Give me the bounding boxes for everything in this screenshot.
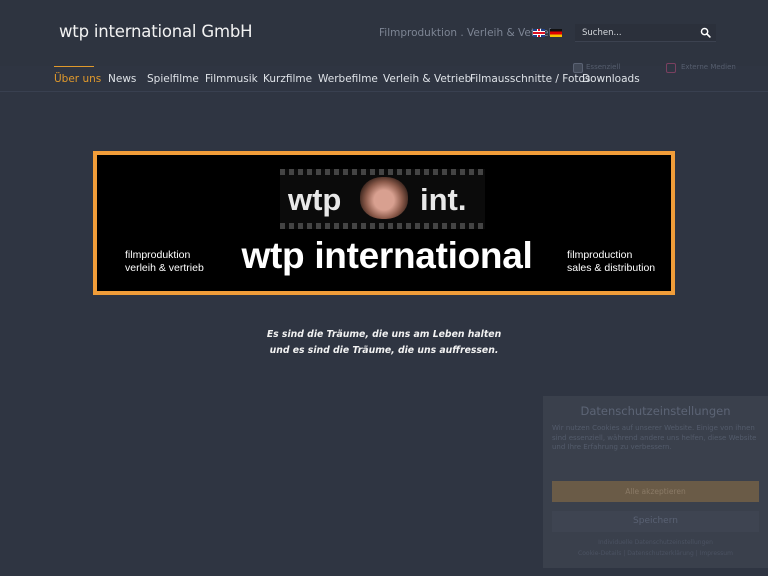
banner-right-line1: filmproduction: [567, 249, 633, 261]
banner-title: wtp international: [241, 235, 533, 276]
site-title[interactable]: wtp international GmbH: [59, 22, 252, 41]
essential-checkbox[interactable]: [573, 63, 583, 73]
nav-item-werbefilme[interactable]: Werbefilme: [318, 73, 378, 85]
banner-left-caption: filmproduktion verleih & vertrieb: [125, 249, 204, 275]
save-button[interactable]: Speichern: [552, 511, 759, 532]
hero-banner: wtp int. filmproduktion verleih & vertri…: [93, 151, 675, 295]
pig-image: [360, 177, 408, 219]
search-input[interactable]: [582, 26, 692, 40]
active-nav-indicator: [54, 66, 94, 67]
banner-right-caption: filmproduction sales & distribution: [567, 249, 655, 275]
film-strip-logo: wtp int.: [280, 169, 485, 229]
cookie-footer-links[interactable]: Cookie-Details | Datenschutzerklärung | …: [543, 550, 768, 557]
accept-all-button[interactable]: Alle akzeptieren: [552, 481, 759, 502]
external-media-checkbox[interactable]: [666, 63, 676, 73]
main-nav: Über uns News Spielfilme Filmmusik Kurzf…: [0, 66, 768, 92]
nav-item-filmausschnitte[interactable]: Filmausschnitte / Fotos: [470, 73, 590, 85]
logo-wtp-text: wtp: [288, 182, 342, 217]
logo-int-text: int.: [420, 182, 467, 217]
search-icon[interactable]: [700, 27, 711, 38]
quote-line2: und es sind die Träume, die uns auffress…: [269, 345, 499, 356]
banner-left-line1: filmproduktion: [125, 249, 191, 261]
banner-left-line2: verleih & vertrieb: [125, 262, 204, 274]
uk-flag-icon[interactable]: [533, 29, 545, 37]
german-flag-icon[interactable]: [550, 29, 562, 37]
cookie-title: Datenschutzeinstellungen: [580, 404, 731, 418]
nav-item-filmmusik[interactable]: Filmmusik: [205, 73, 258, 85]
nav-item-spielfilme[interactable]: Spielfilme: [147, 73, 199, 85]
site-tagline: Filmproduktion . Verleih & Vetrieb: [379, 27, 556, 39]
cookie-description: Wir nutzen Cookies auf unserer Website. …: [552, 424, 757, 451]
nav-item-ueber-uns[interactable]: Über uns: [54, 73, 101, 85]
external-media-label: Externe Medien: [681, 63, 736, 71]
banner-right-line2: sales & distribution: [567, 262, 656, 274]
nav-item-verleih-vetrieb[interactable]: Verleih & Vetrieb: [383, 73, 471, 85]
individual-settings-link[interactable]: Individuelle Datenschutzeinstellungen: [543, 539, 768, 546]
essential-label: Essenziell: [586, 63, 621, 71]
quote: Es sind die Träume, die uns am Leben hal…: [184, 327, 584, 359]
quote-line1: Es sind die Träume, die uns am Leben hal…: [266, 329, 502, 340]
nav-item-kurzfilme[interactable]: Kurzfilme: [263, 73, 312, 85]
site-header: wtp international GmbH Filmproduktion . …: [0, 0, 768, 66]
nav-item-news[interactable]: News: [108, 73, 136, 85]
search-box: [575, 24, 716, 42]
nav-item-downloads[interactable]: Downloads: [582, 73, 640, 85]
